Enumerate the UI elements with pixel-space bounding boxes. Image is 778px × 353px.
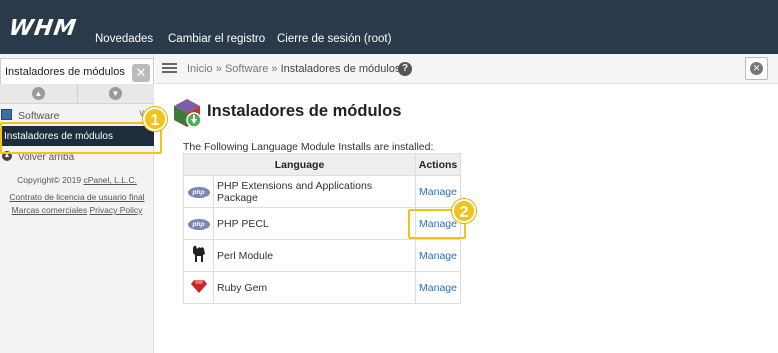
intro-text: The Following Language Module Installs a… xyxy=(183,141,434,153)
php-icon: php xyxy=(187,219,210,230)
manage-link[interactable]: Manage xyxy=(419,282,457,294)
ruby-icon-cell xyxy=(183,271,214,304)
close-icon: ✕ xyxy=(750,62,763,75)
manage-link[interactable]: Manage xyxy=(419,250,457,262)
language-cell: Ruby Gem xyxy=(213,271,416,304)
category-label: Software xyxy=(18,110,60,122)
language-cell: PHP Extensions and Applications Package xyxy=(213,175,416,208)
php-icon-cell: php xyxy=(183,207,214,240)
breadcrumb: Inicio » Software » Instaladores de módu… xyxy=(187,63,400,75)
nav-logout[interactable]: Cierre de sesión (root) xyxy=(277,33,391,45)
table-row: php PHP Extensions and Applications Pack… xyxy=(183,175,461,208)
sidebar-search-input[interactable]: Instaladores de módulos ✕ xyxy=(0,58,154,85)
php-icon: php xyxy=(187,187,210,198)
table-header: Language Actions xyxy=(183,153,461,176)
copyright-text: Copyright© 2019 xyxy=(17,175,84,185)
breadcrumb-bar: Inicio » Software » Instaladores de módu… xyxy=(155,54,778,84)
expand-collapse-bar: ▲ ▼ xyxy=(0,84,154,104)
ruby-gem-icon xyxy=(190,280,207,293)
search-input-value: Instaladores de módulos xyxy=(5,66,125,78)
language-cell: PHP PECL xyxy=(213,207,416,240)
highlight-box-1 xyxy=(0,122,162,154)
clear-search-icon[interactable]: ✕ xyxy=(132,64,150,82)
breadcrumb-separator: » xyxy=(271,63,278,75)
software-icon xyxy=(1,109,12,120)
breadcrumb-current: Instaladores de módulos xyxy=(280,63,401,75)
action-cell: Manage xyxy=(415,239,461,272)
page-title: Instaladores de módulos xyxy=(207,102,402,120)
manage-link[interactable]: Manage xyxy=(419,186,457,198)
toggle-sidebar-icon[interactable] xyxy=(162,63,177,74)
perl-camel-icon xyxy=(192,245,205,262)
step-badge-1: 1 xyxy=(143,107,167,131)
language-cell: Perl Module xyxy=(213,239,416,272)
breadcrumb-separator: » xyxy=(215,63,222,75)
top-bar: WHM Novedades Cambiar el registro Cierre… xyxy=(0,0,778,54)
breadcrumb-software[interactable]: Software xyxy=(225,63,268,75)
language-header: Language xyxy=(183,153,416,176)
table-row: Perl Module Manage xyxy=(183,239,461,272)
collapse-all-icon[interactable]: ▲ xyxy=(32,87,45,100)
footer-license: Contrato de licencia de usuario final xyxy=(0,192,154,202)
license-link[interactable]: Contrato de licencia de usuario final xyxy=(9,192,144,202)
close-button[interactable]: ✕ xyxy=(745,57,768,80)
step-badge-2: 2 xyxy=(452,199,476,223)
perl-icon-cell xyxy=(183,239,214,272)
expand-all-icon[interactable]: ▼ xyxy=(109,87,122,100)
help-icon[interactable]: ? xyxy=(398,62,412,76)
cpanel-link[interactable]: cPanel, L.L.C. xyxy=(83,175,136,185)
nav-cambiar-registro[interactable]: Cambiar el registro xyxy=(168,33,265,45)
sidebar: Instaladores de módulos ✕ ▲ ▼ Software ∨… xyxy=(0,54,154,353)
copyright: Copyright© 2019 cPanel, L.L.C. xyxy=(0,175,154,185)
actions-header: Actions xyxy=(415,153,461,176)
php-icon-cell: php xyxy=(183,175,214,208)
module-installer-icon xyxy=(174,99,202,128)
whm-logo[interactable]: WHM xyxy=(7,16,78,41)
table-row: Ruby Gem Manage xyxy=(183,271,461,304)
footer-legal: Marcas comerciales Privacy Policy xyxy=(0,205,154,215)
divider xyxy=(77,84,78,104)
breadcrumb-home[interactable]: Inicio xyxy=(187,63,213,75)
privacy-link[interactable]: Privacy Policy xyxy=(90,205,143,215)
action-cell: Manage xyxy=(415,271,461,304)
trademarks-link[interactable]: Marcas comerciales xyxy=(12,205,88,215)
nav-novedades[interactable]: Novedades xyxy=(95,33,153,45)
